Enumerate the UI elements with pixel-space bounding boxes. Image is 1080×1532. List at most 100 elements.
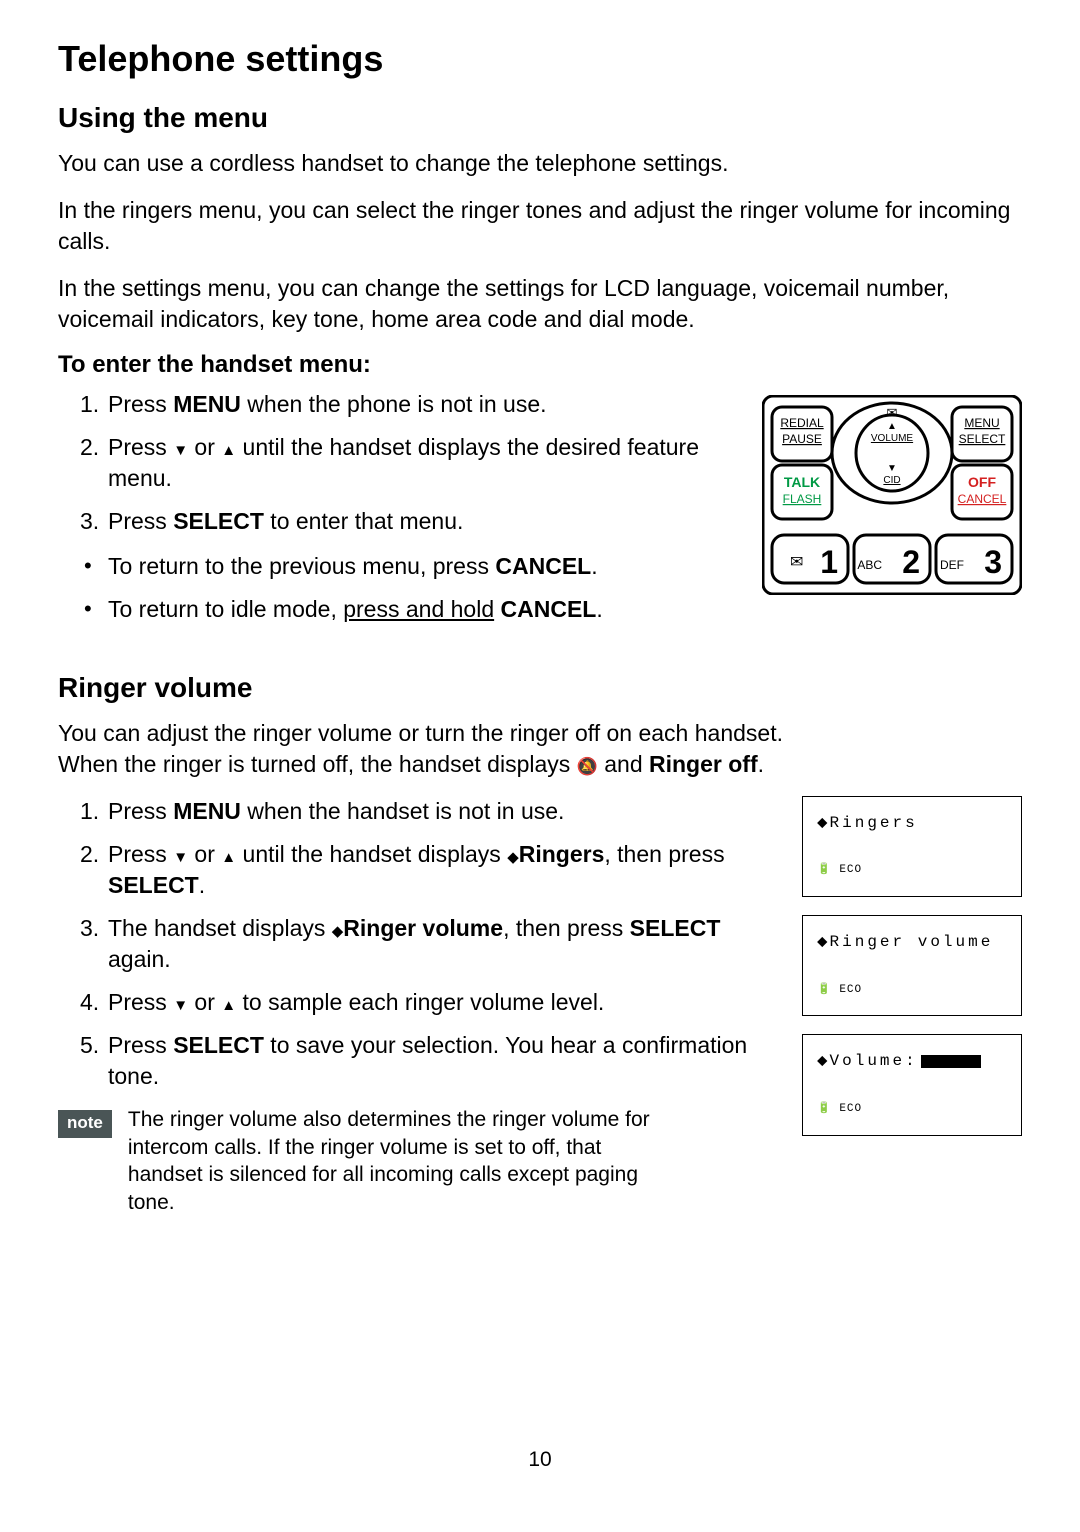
volume-bars-icon xyxy=(921,1055,981,1068)
eco-label: ECO xyxy=(839,1103,862,1115)
lcd-screen-volume-level: ⬥Volume: 🔋 ECO xyxy=(802,1034,1022,1135)
triangle-down-icon xyxy=(173,989,188,1015)
text-strong: SELECT xyxy=(630,915,721,941)
label-cid: CID xyxy=(883,475,900,486)
text-strong: SELECT xyxy=(173,1032,264,1058)
list-item: Press SELECT to save your selection. You… xyxy=(80,1030,786,1092)
heading-ringer-volume: Ringer volume xyxy=(58,672,1022,704)
text-strong: SELECT xyxy=(173,508,264,534)
label-flash: FLASH xyxy=(783,492,822,506)
text: , then press xyxy=(503,915,630,941)
lcd-screen-ringers: ⬥Ringers 🔋 ECO xyxy=(802,796,1022,897)
label-redial: REDIAL xyxy=(780,416,824,430)
lcd-screen-ringer-volume: ⬥Ringer volume 🔋 ECO xyxy=(802,915,1022,1016)
battery-icon: 🔋 xyxy=(817,864,832,876)
text: To return to the previous menu, press xyxy=(108,553,495,579)
svg-text:✉: ✉ xyxy=(887,405,898,420)
paragraph-ringer-volume: You can adjust the ringer volume or turn… xyxy=(58,718,1022,780)
text-strong: MENU xyxy=(173,798,241,824)
list-item: To return to idle mode, press and hold C… xyxy=(80,594,746,625)
triangle-up-icon xyxy=(221,434,236,460)
triangle-up-icon xyxy=(221,841,236,867)
text: or xyxy=(188,434,221,460)
lcd-text: Volume: xyxy=(830,1053,918,1071)
text: to sample each ringer volume level. xyxy=(236,989,604,1015)
text: You can adjust the ringer volume or turn… xyxy=(58,720,783,746)
text: or xyxy=(188,841,221,867)
note-block: note The ringer volume also determines t… xyxy=(58,1106,786,1217)
text: when the handset is not in use. xyxy=(241,798,565,824)
text: to enter that menu. xyxy=(264,508,463,534)
label-key-1: 1 xyxy=(820,544,838,580)
steps-enter-menu: Press MENU when the phone is not in use.… xyxy=(80,389,746,537)
eco-label: ECO xyxy=(839,984,862,996)
down-caret-icon: ⬥ xyxy=(817,814,828,831)
text: . xyxy=(591,553,597,579)
text-strong: Ringer volume xyxy=(343,915,503,941)
text-strong: Ringer off xyxy=(649,751,758,777)
list-item: Press MENU when the phone is not in use. xyxy=(80,389,746,420)
text: Press xyxy=(108,391,173,417)
text: Press xyxy=(108,508,173,534)
text: Press xyxy=(108,434,173,460)
label-talk: TALK xyxy=(784,474,820,490)
eco-label: ECO xyxy=(839,864,862,876)
up-down-arrow-icon: ⬥ xyxy=(817,1052,828,1069)
triangle-up-icon xyxy=(221,989,236,1015)
text: or xyxy=(188,989,221,1015)
list-item: The handset displays Ringer volume, then… xyxy=(80,913,786,975)
list-item: Press or to sample each ringer volume le… xyxy=(80,987,786,1018)
note-badge: note xyxy=(58,1110,112,1138)
text-strong: SELECT xyxy=(108,872,199,898)
ringer-off-icon xyxy=(577,751,598,777)
text: Press xyxy=(108,989,173,1015)
paragraph-using-menu-1: You can use a cordless handset to change… xyxy=(58,148,1022,179)
bullets-menu-return: To return to the previous menu, press CA… xyxy=(80,551,746,625)
list-item: Press or until the handset displays the … xyxy=(80,432,746,494)
svg-text:▼: ▼ xyxy=(887,463,897,474)
list-item: Press or until the handset displays Ring… xyxy=(80,839,786,901)
text: Press xyxy=(108,841,173,867)
heading-enter-handset-menu: To enter the handset menu: xyxy=(58,351,1022,379)
text: , then press xyxy=(604,841,724,867)
text: . xyxy=(596,596,602,622)
text: . xyxy=(758,751,764,777)
up-down-arrow-icon xyxy=(507,841,519,867)
text: again. xyxy=(108,946,171,972)
label-select: SELECT xyxy=(959,432,1006,446)
steps-ringer-volume: Press MENU when the handset is not in us… xyxy=(80,796,786,1092)
label-key-2: 2 xyxy=(902,544,920,580)
text: The handset displays xyxy=(108,915,332,941)
up-down-arrow-icon xyxy=(332,915,344,941)
list-item: To return to the previous menu, press CA… xyxy=(80,551,746,582)
text-underline: press and hold xyxy=(343,596,494,622)
text: Press xyxy=(108,1032,173,1058)
list-item: Press SELECT to enter that menu. xyxy=(80,506,746,537)
note-text: The ringer volume also determines the ri… xyxy=(128,1106,668,1217)
label-off: OFF xyxy=(968,474,996,490)
battery-icon: 🔋 xyxy=(817,984,832,996)
text: Press xyxy=(108,798,173,824)
label-volume: VOLUME xyxy=(871,433,914,444)
text: until the handset displays xyxy=(236,841,507,867)
text: when the phone is not in use. xyxy=(241,391,547,417)
down-caret-icon: ⬥ xyxy=(817,933,828,950)
text: and xyxy=(598,751,649,777)
text-strong: CANCEL xyxy=(495,553,591,579)
svg-text:▲: ▲ xyxy=(887,421,897,432)
paragraph-using-menu-2: In the ringers menu, you can select the … xyxy=(58,195,1022,257)
list-item: Press MENU when the handset is not in us… xyxy=(80,796,786,827)
battery-icon: 🔋 xyxy=(817,1103,832,1115)
text: . xyxy=(199,872,205,898)
paragraph-using-menu-3: In the settings menu, you can change the… xyxy=(58,273,1022,335)
label-key-2-abc: ABC xyxy=(857,558,882,572)
triangle-down-icon xyxy=(173,841,188,867)
text-strong: CANCEL xyxy=(501,596,597,622)
lcd-text: Ringers xyxy=(830,814,918,832)
text-strong: MENU xyxy=(173,391,241,417)
text-strong: Ringers xyxy=(519,841,605,867)
label-cancel: CANCEL xyxy=(958,492,1007,506)
label-menu: MENU xyxy=(964,416,999,430)
heading-using-menu: Using the menu xyxy=(58,102,1022,134)
page-number: 10 xyxy=(528,1448,551,1472)
